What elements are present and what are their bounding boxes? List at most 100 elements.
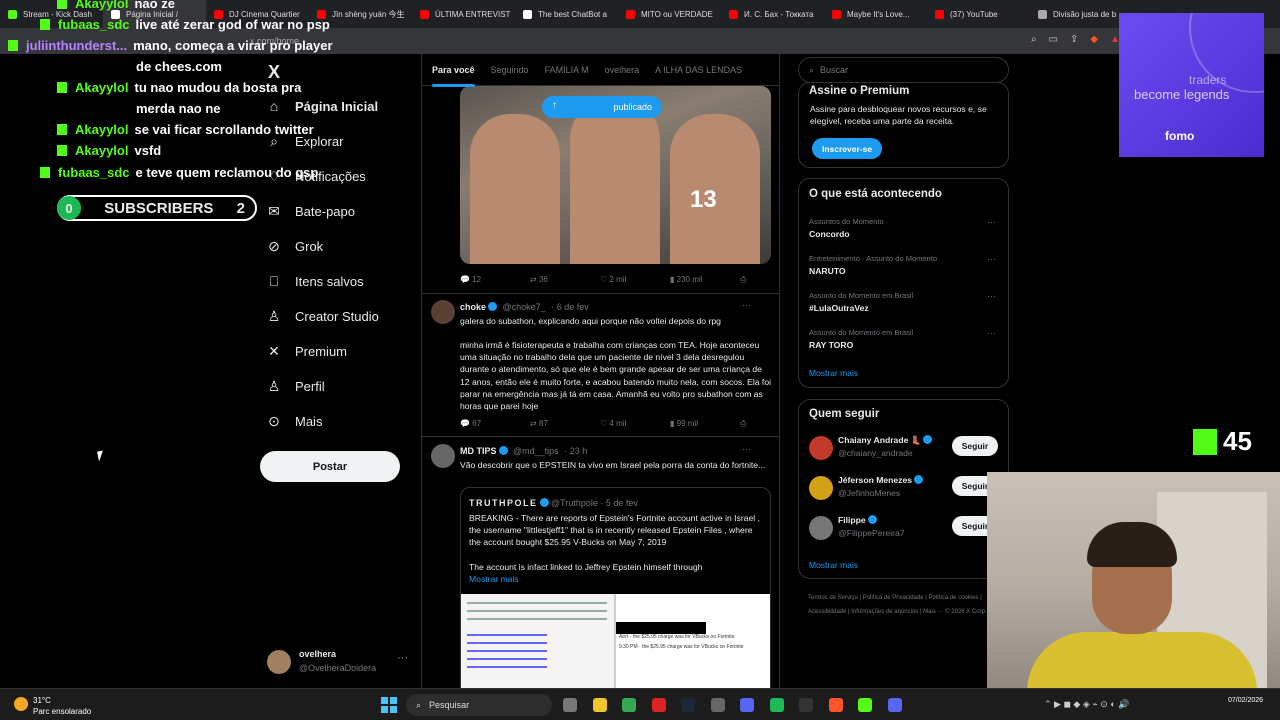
views-button[interactable]: ▮ 230 mil	[670, 275, 740, 285]
trend-item[interactable]: Entretenimento · Assunto do Momento NARUT…	[809, 254, 937, 276]
envelope-icon: ✉	[268, 203, 280, 219]
who-to-follow-item[interactable]: Jéferson Menezes @JefinhoMenes Seguir	[809, 474, 1009, 504]
post-button[interactable]: Postar	[260, 451, 400, 482]
spotify-icon[interactable]	[769, 698, 784, 712]
feed-tab[interactable]: ovelhera	[605, 65, 640, 75]
avatar[interactable]	[431, 444, 455, 468]
app-grid-icon[interactable]	[740, 698, 754, 712]
follow-button[interactable]: Seguir	[952, 436, 998, 456]
like-button[interactable]: ♡ 4 mil	[600, 419, 670, 429]
chrome-icon[interactable]	[622, 698, 636, 712]
browser-tab[interactable]: ÚLTIMA ENTREVIST	[412, 0, 515, 28]
photo-person	[570, 99, 660, 264]
who-to-follow-item[interactable]: Chaiany Andrade 👢 @chaiany_andrade Seguir	[809, 434, 1009, 464]
nav-item-4[interactable]: ⊘ Grok	[265, 238, 323, 255]
more-dots-icon[interactable]: ···	[987, 217, 996, 227]
more-dots-icon[interactable]: ···	[987, 254, 996, 264]
nav-item-9[interactable]: ⊙ Mais	[265, 413, 322, 430]
file-explorer-icon[interactable]	[592, 698, 607, 712]
browser-tab[interactable]: Divisão justa de b	[1030, 0, 1133, 28]
timeline-feed: Para você Seguindo FAMÍLIA M ovelhera A ILHA…	[421, 54, 780, 688]
feed-tab[interactable]: A ILHA DAS LENDAS	[655, 65, 742, 75]
nav-item-5[interactable]: ⎕ Itens salvos	[265, 273, 364, 290]
cast-icon[interactable]: ▭	[1049, 34, 1058, 45]
settings-icon[interactable]	[710, 698, 725, 712]
windows-taskbar: 31°C Parc ensolarado ⌕ Pesquisar ⌃ ▶ ◼ ◆ …	[0, 688, 1280, 720]
new-posts-pill[interactable]: ↑ publicado	[542, 96, 662, 118]
media-icon[interactable]	[799, 698, 813, 712]
trends-show-more[interactable]: Mostrar mais	[809, 368, 858, 378]
nav-item-7[interactable]: ✕ Premium	[265, 343, 347, 360]
kick-logo-icon	[1193, 428, 1217, 455]
nav-item-6[interactable]: ♙ Creator Studio	[265, 308, 379, 325]
text-line	[467, 658, 547, 660]
trend-item[interactable]: Assunto do Momento em Brasil RAY TORO	[809, 328, 913, 350]
brave-shield-icon[interactable]: ◆	[1090, 34, 1098, 45]
tab-label: ÚLTIMA ENTREVIST	[435, 9, 511, 19]
footer-links[interactable]: Termos de Serviço | Política de Privacid…	[808, 591, 1008, 619]
reply-button[interactable]: 💬 67	[460, 419, 530, 429]
bookmark-icon[interactable]: ⎙	[740, 419, 746, 429]
trend-item[interactable]: Assuntos do Momento Concordo	[809, 217, 884, 239]
more-dots-icon[interactable]: ···	[987, 328, 996, 338]
browser-tab[interactable]: Maybe It's Love...	[824, 0, 927, 28]
who-show-more[interactable]: Mostrar mais	[809, 560, 858, 570]
who-to-follow-item[interactable]: Filippe @FilippePereira7 Seguir	[809, 514, 1009, 544]
quote-text-2: The account is infact linked to Jeffrey …	[469, 561, 703, 572]
brave-icon[interactable]	[828, 698, 843, 712]
views-button[interactable]: ▮ 99 mil	[670, 419, 740, 429]
post-author[interactable]: MD TIPS	[460, 446, 497, 456]
windows-start-icon[interactable]	[381, 697, 397, 713]
feed-tab[interactable]: Para você	[432, 65, 475, 87]
feed-tab[interactable]: Seguindo	[491, 65, 529, 75]
feed-tab[interactable]: FAMÍLIA M	[545, 65, 589, 75]
post-handle[interactable]: @md__tips	[513, 446, 559, 456]
repost-button[interactable]: ⇄ 87	[530, 419, 600, 429]
spreadsheet-image	[461, 594, 616, 688]
share-icon[interactable]: ⇪	[1070, 34, 1078, 45]
kick-icon[interactable]	[858, 698, 872, 712]
browser-tab[interactable]: (37) YouTube	[927, 0, 1030, 28]
tab-favicon-icon	[729, 9, 738, 19]
task-view-icon[interactable]	[563, 698, 577, 712]
opera-icon[interactable]	[651, 698, 666, 712]
avatar[interactable]	[431, 300, 455, 324]
zoom-icon[interactable]: ⌕	[1031, 34, 1037, 45]
nav-item-3[interactable]: ✉ Bate-papo	[265, 203, 355, 220]
more-dots-icon[interactable]: ···	[987, 291, 996, 301]
trend-item[interactable]: Assunto do Momento em Brasil #LulaOutraVe…	[809, 291, 913, 313]
search-input[interactable]: ⌕ Buscar	[798, 57, 1009, 83]
browser-tab[interactable]: The best ChatBot a	[515, 0, 618, 28]
text-line	[467, 602, 607, 604]
repost-button[interactable]: ⇄ 36	[530, 275, 600, 285]
nav-label: Grok	[295, 239, 324, 254]
reply-button[interactable]: 💬 12	[460, 275, 530, 285]
quote-image[interactable]: Ain't - the $25.95 charge was for VBucks…	[461, 594, 770, 688]
bookmark-icon[interactable]: ⎙	[740, 275, 746, 285]
home-icon: ⌂	[269, 98, 279, 114]
text-line	[467, 666, 547, 668]
browser-tab[interactable]: MITO ou VERDADE	[618, 0, 721, 28]
nav-item-0[interactable]: ⌂ Página Inicial	[265, 98, 378, 114]
steam-icon[interactable]	[681, 698, 695, 712]
browser-toolbar-icons: ⌕ ▭ ⇪ ◆ ▲	[1031, 34, 1120, 45]
show-more-link[interactable]: Mostrar mais	[469, 573, 764, 585]
taskbar-search[interactable]: ⌕ Pesquisar	[406, 694, 552, 716]
nav-item-8[interactable]: ♙ Perfil	[265, 378, 325, 395]
clock-date[interactable]: 07/02/2026	[1228, 697, 1263, 704]
nav-label: Bate-papo	[295, 204, 355, 219]
browser-tab[interactable]: И. С. Бах - Токката	[721, 0, 824, 28]
quoted-post[interactable]: TRUTHPOLE @Truthpole · 5 de fev BREAKING…	[460, 487, 771, 688]
subscribe-button[interactable]: Inscrever-se	[812, 138, 882, 159]
more-dots-icon[interactable]: ···	[742, 300, 751, 310]
trend-context: Entretenimento · Assunto do Momento	[809, 254, 937, 263]
more-dots-icon[interactable]: ···	[742, 444, 751, 454]
like-button[interactable]: ♡ 2 mil	[600, 275, 670, 285]
mouse-cursor-icon	[97, 450, 105, 462]
post-author[interactable]: choke	[460, 302, 486, 312]
system-tray[interactable]: ⌃ ▶ ◼ ◆ ◈ ⌁ ⊙ ◐ 🔊	[1044, 699, 1129, 710]
post-handle[interactable]: @choke7_	[503, 302, 546, 312]
more-dots-icon[interactable]: ···	[397, 652, 408, 664]
account-switcher[interactable]: ovelhera @OvelheraDoidera ···	[267, 648, 417, 676]
discord-icon[interactable]	[887, 698, 902, 712]
